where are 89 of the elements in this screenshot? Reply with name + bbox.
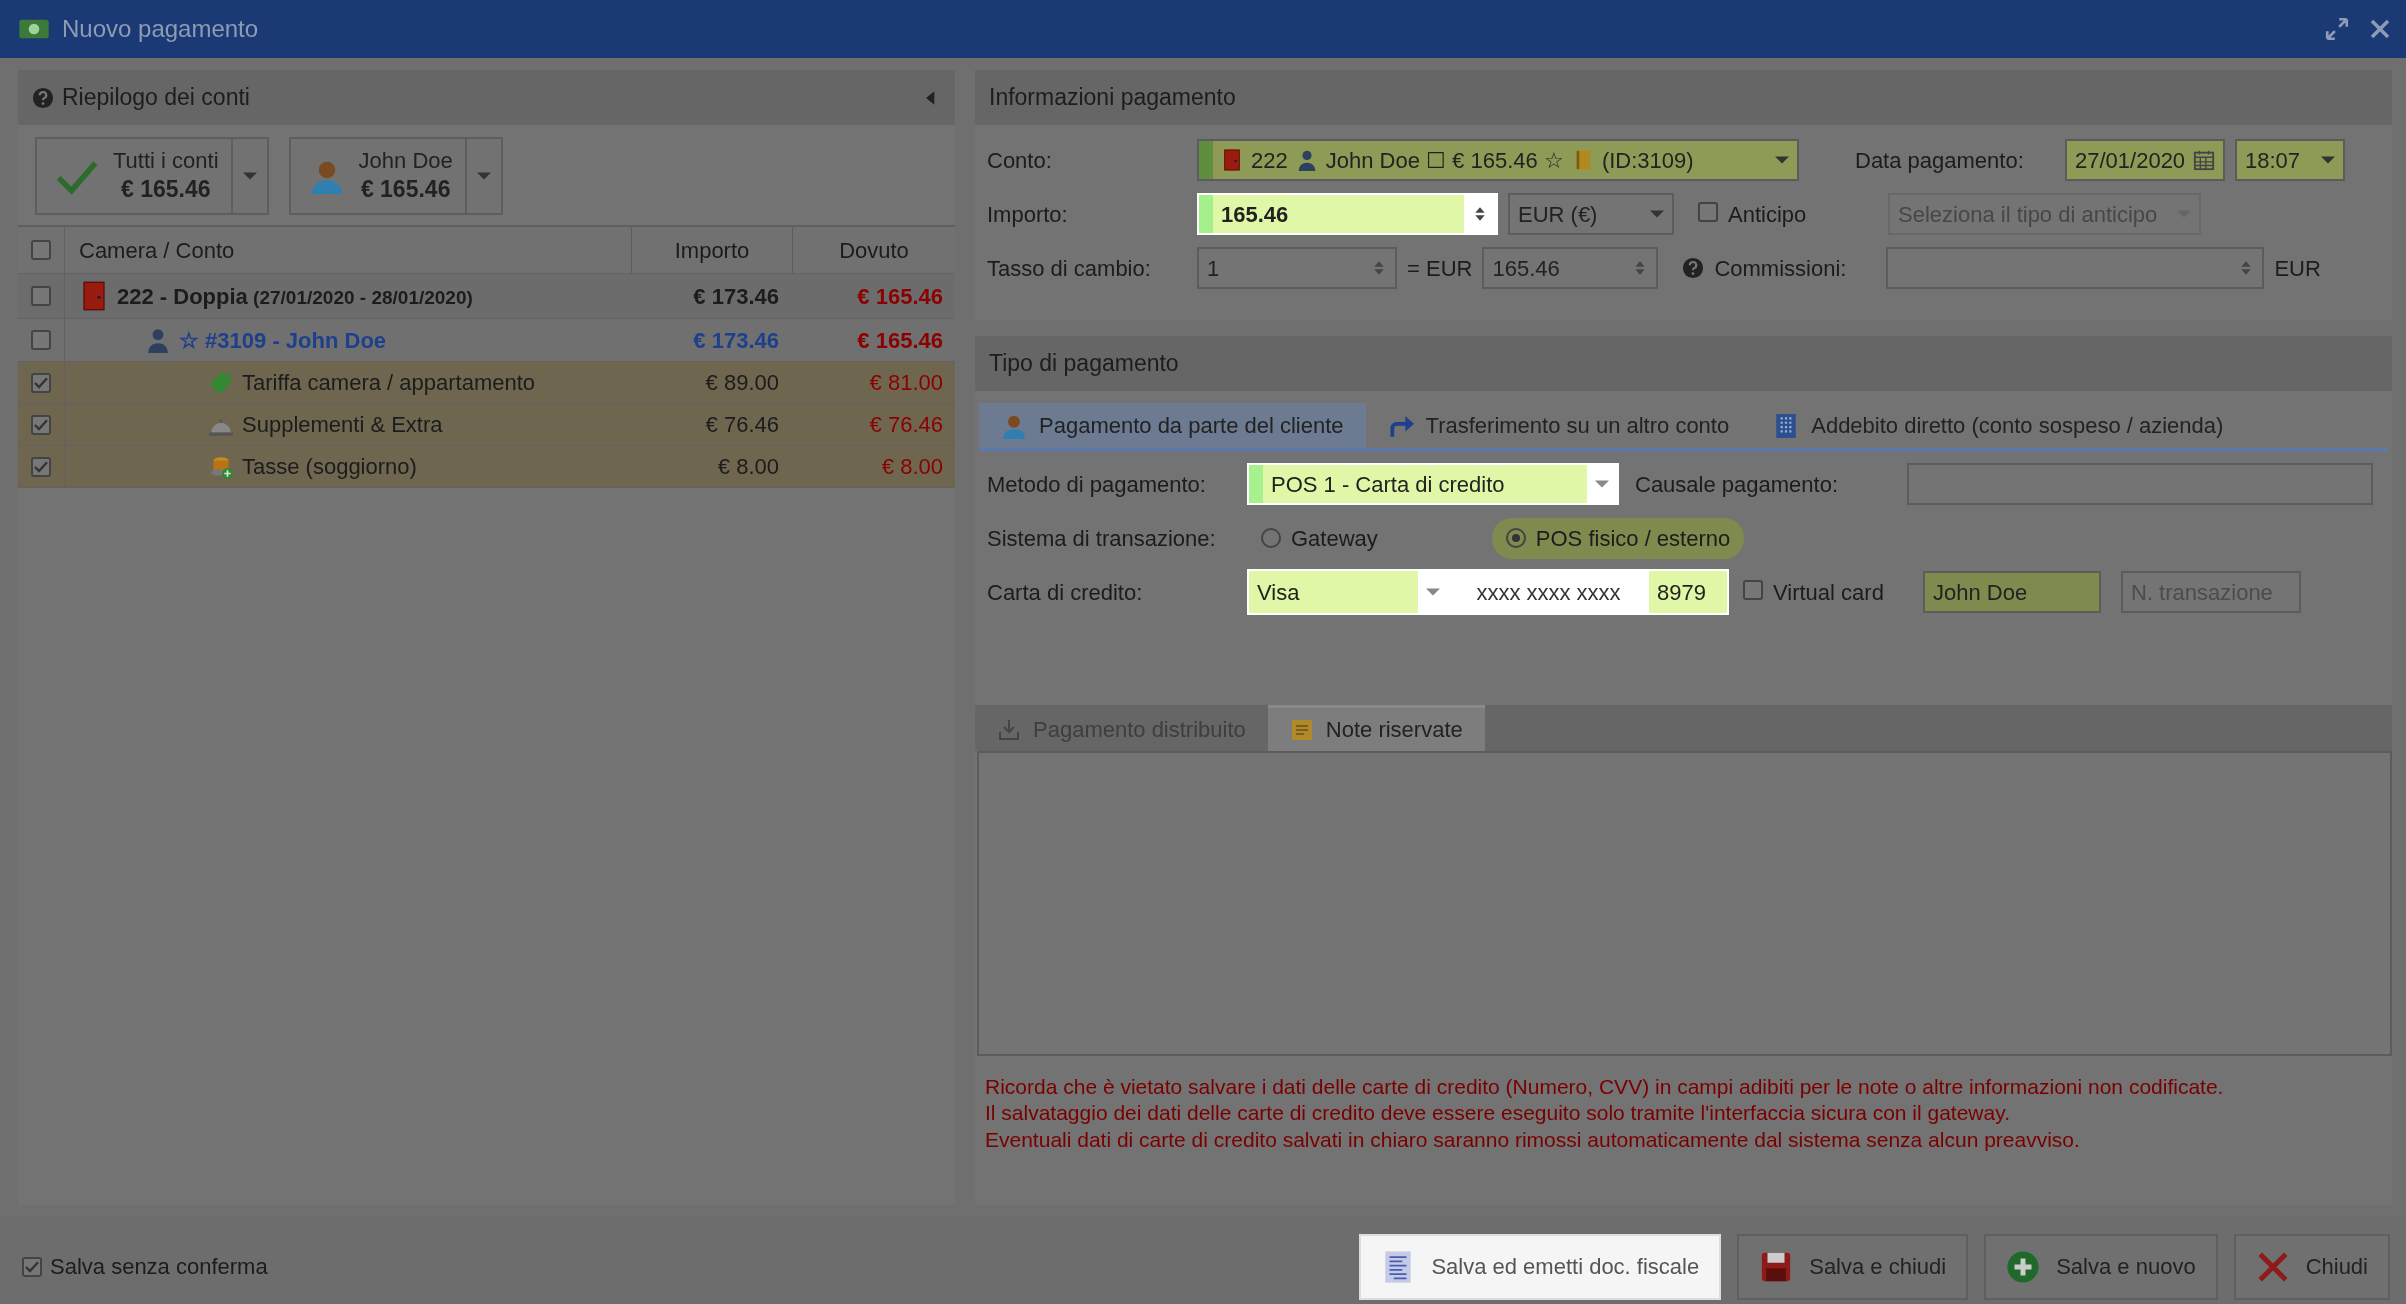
plus-icon [2006, 1249, 2041, 1284]
account-button[interactable]: John Doe € 165.46 [290, 139, 465, 213]
caret-icon [1775, 156, 1789, 164]
table-cell-text: € 8.00 [716, 453, 780, 481]
field-label: Causale pagamento: [1635, 470, 1840, 499]
panel-title: Riepilogo dei conti [62, 83, 250, 113]
checkbox[interactable] [31, 456, 51, 477]
checkbox[interactable] [31, 372, 51, 393]
table-cell-text: Supplementi & Extra [242, 411, 443, 439]
time-dropdown[interactable]: 18:07 [2235, 139, 2345, 181]
checkbox[interactable] [31, 240, 51, 260]
radio-button[interactable] [1505, 528, 1526, 548]
warning-text: Il salvataggio dei dati delle carte di credito deve essere eseguito solo tramite l'interfaccia sicura con il gateway. [985, 1100, 2011, 1127]
column-header: Importo [632, 227, 793, 273]
checkbox[interactable] [31, 330, 51, 350]
date-field[interactable]: 27/01/2020 [2065, 139, 2225, 181]
table-cell-text: Tariffa camera / appartamento [242, 369, 536, 397]
field-label: EUR [2274, 254, 2321, 283]
table-cell-text: € 8.00 [880, 453, 944, 481]
close-icon[interactable] [2368, 17, 2392, 41]
tab[interactable]: Note riservate [1267, 705, 1485, 751]
radio-label: Gateway [1291, 524, 1378, 553]
amount-field[interactable]: 165.46 [1197, 193, 1498, 235]
currency-dropdown[interactable]: EUR (€) [1508, 193, 1674, 235]
button[interactable]: Salva e chiudi [1737, 1233, 1969, 1300]
checkbox[interactable] [31, 286, 51, 306]
column-header: Dovuto [838, 236, 910, 265]
exchange-rate-field[interactable]: 1 [1197, 247, 1397, 289]
field-label: Sistema di transazione: [987, 524, 1217, 553]
table-cell-text: € 173.46 [692, 282, 780, 311]
field-label: Carta di credito: [987, 578, 1144, 607]
table-cell-text: 222 - Doppia (27/01/2020 - 28/01/2020) [117, 282, 473, 311]
checkbox-label: Virtual card [1773, 578, 1885, 607]
warning-text: Eventuali dati di carte di credito salvati in chiaro saranno rimossi automaticamente dal sistema senza alcun preavviso. [985, 1126, 2081, 1153]
help-icon [1682, 257, 1705, 279]
caret-icon [1650, 210, 1664, 218]
radio-button[interactable] [1261, 528, 1281, 548]
commission-field[interactable] [1886, 247, 2265, 289]
radio-label: POS fisico / esterno [1535, 524, 1731, 553]
panel-title: Informazioni pagamento [989, 83, 1236, 113]
field-label: Conto: [987, 146, 1053, 175]
field-label: = EUR [1407, 254, 1473, 283]
field-label: Importo: [987, 200, 1069, 229]
payment-method-dropdown[interactable]: POS 1 - Carta di credito [1247, 463, 1619, 505]
tab[interactable]: Trasferimento su un altro conto [1365, 403, 1752, 448]
table-cell-text: € 165.46 [856, 282, 944, 311]
reason-field[interactable] [1907, 463, 2373, 505]
calendar-icon[interactable] [2193, 149, 2216, 171]
table-cell-text: Tasse (soggiorno) [242, 453, 417, 481]
table-cell-text: € 76.46 [704, 411, 780, 439]
window-title: Nuovo pagamento [62, 14, 259, 44]
table-cell-text: € 89.00 [704, 369, 780, 397]
column-header: Camera / Conto [65, 227, 632, 273]
button[interactable]: Chiudi [2233, 1233, 2390, 1300]
checkbox[interactable] [1698, 201, 1718, 222]
checkbox[interactable] [1743, 579, 1763, 600]
note-icon [1289, 717, 1314, 742]
caret-icon [1595, 480, 1609, 488]
table-cell-text: € 165.46 [856, 326, 944, 355]
panel-title: Tipo di pagamento [989, 349, 1179, 379]
field-label: Tasso di cambio: [987, 254, 1152, 283]
table-cell-text: € 81.00 [868, 369, 944, 397]
caret-icon [2321, 156, 2335, 164]
account-button[interactable]: Tutti i conti € 165.46 [37, 139, 231, 213]
person-icon [145, 327, 171, 353]
cardholder-field[interactable]: John Doe [1923, 571, 2101, 613]
account-dropdown[interactable]: 222 John Doe ☐ € 165.46 ☆ (ID:3109) [1197, 139, 1799, 181]
help-icon [32, 86, 54, 109]
warning-text: Ricorda che è vietato salvare i dati delle carte di credito (Numero, CVV) in campi adibiti per le note o altre informazioni non codificate. [985, 1074, 2225, 1100]
table-cell-text: ☆ #3109 - John Doe [179, 326, 387, 355]
field-label: Metodo di pagamento: [987, 470, 1207, 499]
door-icon [1221, 149, 1243, 171]
table-cell-text: € 76.46 [868, 411, 944, 439]
field-label: Data pagamento: [1855, 146, 2025, 175]
tab[interactable]: Pagamento da parte del cliente [979, 403, 1366, 448]
converted-amount-field[interactable]: 165.46 [1482, 247, 1659, 289]
table-cell-text: € 173.46 [692, 326, 780, 355]
caret-icon [476, 172, 491, 180]
button[interactable]: Salva ed emetti doc. fiscale [1359, 1233, 1722, 1300]
caret-icon [242, 172, 257, 180]
tab[interactable]: Addebito diretto (conto sospeso / azienda) [1751, 403, 2246, 448]
field-label: Commissioni: [1714, 254, 1848, 283]
button[interactable]: Salva e nuovo [1984, 1233, 2218, 1300]
checkbox-label: Anticipo [1728, 200, 1808, 229]
download-icon [997, 717, 1021, 742]
checkbox[interactable] [31, 414, 51, 435]
checkbox[interactable] [22, 1256, 42, 1277]
expand-icon[interactable] [2324, 16, 2350, 42]
checkbox-label: Salva senza conferma [50, 1253, 268, 1281]
